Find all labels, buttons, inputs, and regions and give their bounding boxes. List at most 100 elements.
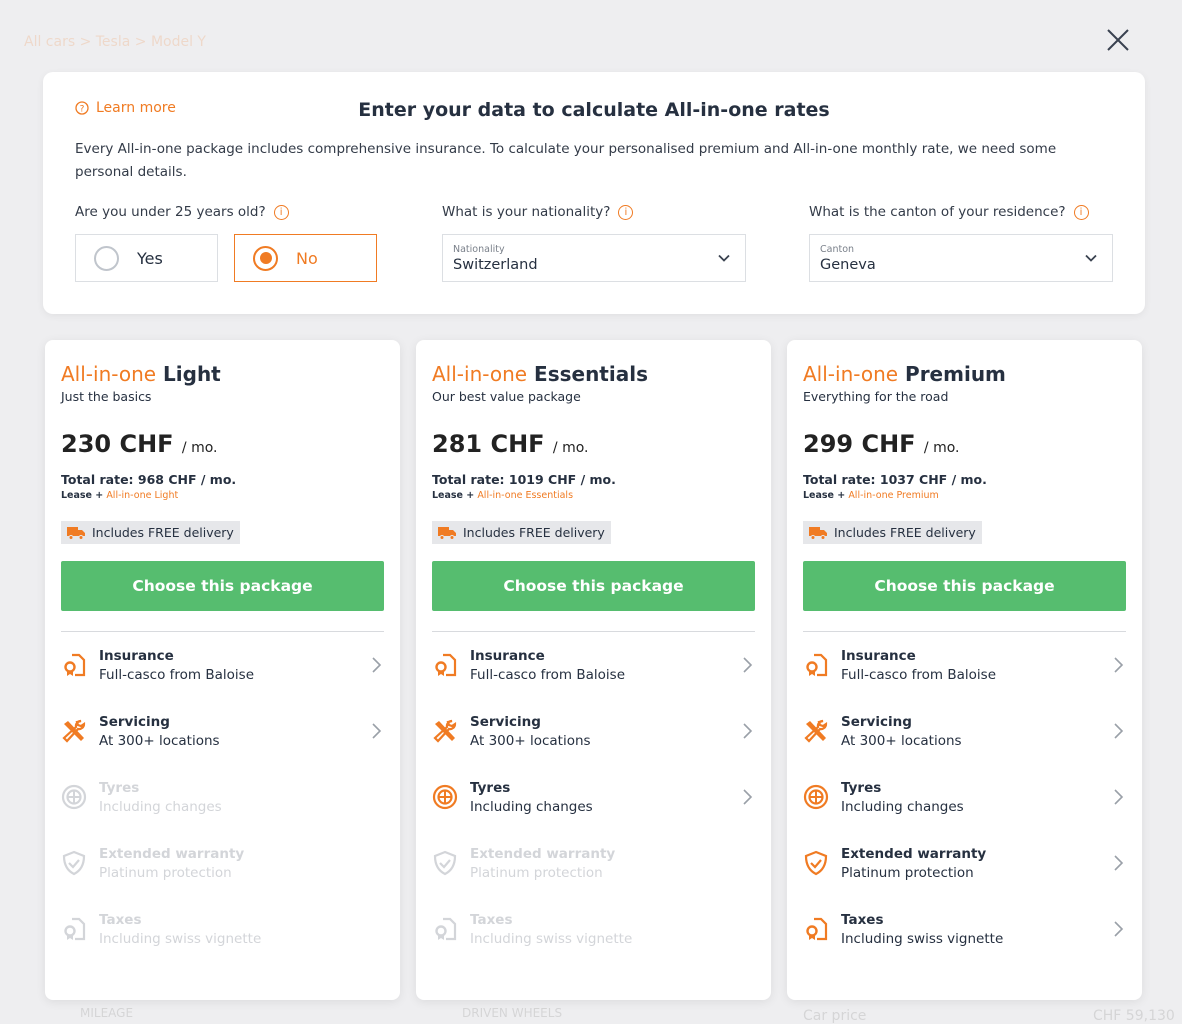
choose-package-button[interactable]: Choose this package	[803, 561, 1126, 611]
shield-check-icon	[804, 850, 828, 876]
close-icon[interactable]	[1104, 26, 1132, 54]
feature-description: Including changes	[841, 798, 964, 815]
feature-servicing[interactable]: Servicing At 300+ locations	[803, 698, 1126, 764]
chevron-right-icon[interactable]	[1112, 854, 1124, 872]
chevron-right-icon[interactable]	[1112, 656, 1124, 674]
feature-description: Including swiss vignette	[841, 930, 1004, 947]
chevron-right-icon[interactable]	[741, 656, 753, 674]
insurance-doc-icon	[64, 653, 86, 677]
price-period: / mo.	[923, 440, 960, 456]
feature-extended-warranty: Extended warranty Platinum protection	[432, 830, 755, 896]
age-option-label: No	[296, 248, 318, 268]
feature-description: Including swiss vignette	[470, 930, 633, 947]
feature-description: Including changes	[470, 798, 593, 815]
feature-taxes[interactable]: Taxes Including swiss vignette	[803, 896, 1126, 962]
lease-package: All-in-one Light	[106, 490, 179, 501]
price-value: 230 CHF	[61, 430, 174, 458]
chevron-right-icon[interactable]	[370, 722, 382, 740]
feature-title: Insurance	[99, 647, 174, 664]
chevron-right-icon[interactable]	[1112, 722, 1124, 740]
feature-insurance[interactable]: Insurance Full-casco from Baloise	[803, 632, 1126, 698]
feature-title: Extended warranty	[99, 845, 245, 862]
insurance-doc-icon	[435, 653, 457, 677]
feature-tyres: Tyres Including changes	[61, 764, 384, 830]
choose-package-button[interactable]: Choose this package	[432, 561, 755, 611]
feature-description: Including swiss vignette	[99, 930, 262, 947]
age-option-yes[interactable]: Yes	[75, 234, 218, 282]
feature-servicing[interactable]: Servicing At 300+ locations	[432, 698, 755, 764]
nationality-field-label: Nationality	[453, 244, 505, 255]
nationality-select[interactable]: Nationality Switzerland	[442, 234, 746, 282]
age-question: Are you under 25 years old? i	[75, 204, 289, 220]
tax-doc-icon	[64, 917, 86, 941]
free-delivery-badge: Includes FREE delivery	[803, 521, 982, 544]
lease-label: Lease +	[61, 490, 104, 501]
feature-description: At 300+ locations	[99, 732, 220, 749]
car-price-value: CHF 59,130	[1093, 1008, 1175, 1024]
total-rate: Total rate: 968 CHF / mo.	[61, 472, 237, 487]
lease-breakdown: Lease + All-in-one Premium	[803, 490, 1126, 501]
shield-check-icon	[62, 850, 86, 876]
feature-title: Taxes	[99, 911, 142, 928]
package-brand: All-in-one	[432, 362, 528, 386]
car-price-label: Car price	[803, 1008, 867, 1024]
tyre-icon	[803, 784, 829, 810]
price-period: / mo.	[552, 440, 589, 456]
lease-label: Lease +	[432, 490, 475, 501]
chevron-right-icon[interactable]	[370, 656, 382, 674]
info-icon[interactable]: i	[1073, 204, 1089, 220]
feature-extended-warranty[interactable]: Extended warranty Platinum protection	[803, 830, 1126, 896]
feature-title: Servicing	[99, 713, 170, 730]
panel-description: Every All-in-one package includes compre…	[75, 141, 1057, 180]
free-delivery-badge: Includes FREE delivery	[61, 521, 240, 544]
feature-taxes: Taxes Including swiss vignette	[61, 896, 384, 962]
package-brand: All-in-one	[61, 362, 157, 386]
feature-tyres[interactable]: Tyres Including changes	[432, 764, 755, 830]
feature-description: Platinum protection	[841, 864, 974, 881]
feature-extended-warranty: Extended warranty Platinum protection	[61, 830, 384, 896]
tax-doc-icon	[806, 917, 828, 941]
canton-select[interactable]: Canton Geneva	[809, 234, 1113, 282]
chevron-right-icon[interactable]	[741, 722, 753, 740]
nationality-question: What is your nationality? i	[442, 204, 634, 220]
radio-selected-icon	[253, 245, 278, 271]
package-title: All-in-one Essentials	[432, 362, 755, 386]
feature-servicing[interactable]: Servicing At 300+ locations	[61, 698, 384, 764]
price-period: / mo.	[181, 440, 218, 456]
chevron-down-icon	[1085, 254, 1097, 262]
tools-icon	[804, 719, 828, 743]
package-subtitle: Everything for the road	[803, 389, 949, 404]
feature-description: At 300+ locations	[841, 732, 962, 749]
price-value: 299 CHF	[803, 430, 916, 458]
feature-description: Full-casco from Baloise	[841, 666, 996, 683]
chevron-right-icon[interactable]	[1112, 788, 1124, 806]
tools-icon	[62, 719, 86, 743]
feature-insurance[interactable]: Insurance Full-casco from Baloise	[61, 632, 384, 698]
free-delivery-badge: Includes FREE delivery	[432, 521, 611, 544]
package-name: Premium	[905, 362, 1006, 386]
feature-title: Tyres	[99, 779, 140, 796]
feature-tyres[interactable]: Tyres Including changes	[803, 764, 1126, 830]
package-title: All-in-one Light	[61, 362, 384, 386]
info-icon[interactable]: i	[273, 204, 289, 220]
info-icon[interactable]: i	[618, 204, 634, 220]
panel-title: Enter your data to calculate All-in-one …	[358, 99, 830, 121]
age-question-label: Are you under 25 years old?	[75, 204, 266, 220]
tyre-icon	[61, 784, 87, 810]
package-subtitle: Our best value package	[432, 389, 581, 404]
chevron-right-icon[interactable]	[741, 788, 753, 806]
package-card-essentials: All-in-one Essentials Our best value pac…	[416, 340, 771, 1000]
driven-wheels-label: DRIVEN WHEELS	[462, 1006, 563, 1020]
feature-description: Platinum protection	[470, 864, 603, 881]
truck-icon	[809, 526, 827, 540]
package-name: Light	[163, 362, 221, 386]
feature-description: Full-casco from Baloise	[99, 666, 254, 683]
package-price: 299 CHF / mo.	[803, 430, 1126, 458]
feature-insurance[interactable]: Insurance Full-casco from Baloise	[432, 632, 755, 698]
chevron-right-icon[interactable]	[1112, 920, 1124, 938]
rate-calculator-panel: ? Learn more Enter your data to calculat…	[43, 72, 1145, 314]
choose-package-button[interactable]: Choose this package	[61, 561, 384, 611]
breadcrumb: All cars > Tesla > Model Y	[24, 34, 206, 50]
feature-description: Platinum protection	[99, 864, 232, 881]
age-option-no[interactable]: No	[234, 234, 377, 282]
